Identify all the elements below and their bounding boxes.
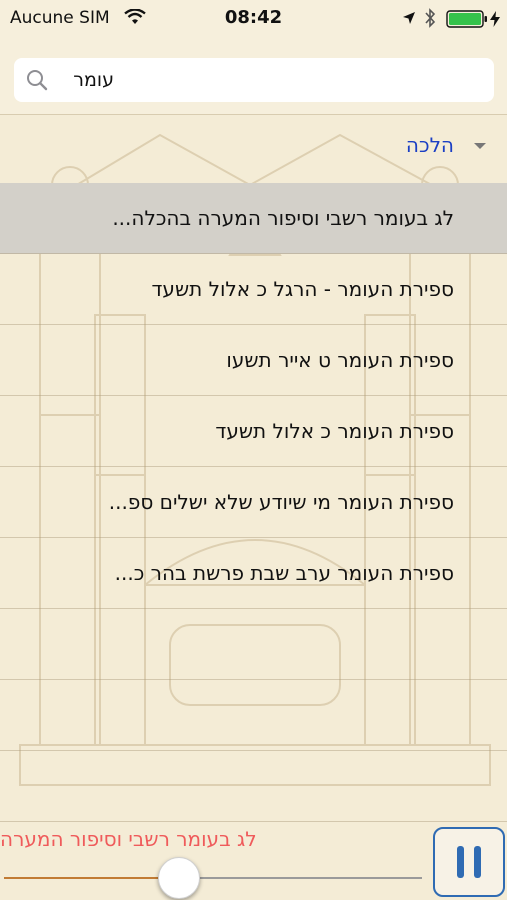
progress-thumb[interactable]: [158, 857, 200, 899]
bluetooth-icon: [425, 8, 436, 28]
list-item-title: ספירת העומר ערב שבת פרשת בהר כ...: [114, 561, 454, 585]
list-item-title: ספירת העומר כ אלול תשעד: [215, 419, 454, 443]
list-item-title: ספירת העומר - הרגל כ אלול תשעד: [151, 277, 455, 301]
list-item[interactable]: ספירת העומר מי שיודע שלא ישלים ספ...: [0, 467, 507, 538]
chevron-down-icon[interactable]: [472, 141, 488, 151]
list-item-title: ספירת העומר מי שיודע שלא ישלים ספ...: [108, 490, 454, 514]
list-item-title: לג בעומר רשבי וסיפור המערה בהכלה...: [112, 206, 454, 230]
list-item[interactable]: לג בעומר רשבי וסיפור המערה בהכלה...: [0, 183, 507, 254]
list-item[interactable]: ספירת העומר ערב שבת פרשת בהר כ...: [0, 538, 507, 609]
progress-played[interactable]: [4, 877, 180, 879]
location-arrow-icon: [403, 12, 415, 24]
search-input[interactable]: [60, 58, 114, 102]
list-item[interactable]: ספירת העומר - הרגל כ אלול תשעד: [0, 254, 507, 325]
search-icon: [27, 70, 48, 91]
status-bar: Aucune SIM 08:42: [0, 0, 507, 40]
battery-icon: [446, 10, 487, 28]
progress-remaining[interactable]: [180, 877, 422, 879]
pause-button[interactable]: [433, 827, 505, 897]
search-field[interactable]: [14, 58, 494, 102]
empty-row: [0, 609, 507, 680]
section-label[interactable]: הלכה: [200, 133, 454, 157]
now-playing-text: לג בעומר רשבי וסיפור המערה: [0, 827, 257, 851]
empty-row: [0, 680, 507, 751]
charging-icon: [490, 11, 500, 27]
now-playing-title: לג בעומר רשבי וסיפור המערה: [0, 827, 300, 851]
list-item-title: ספירת העומר ט אייר תשעו: [226, 348, 454, 372]
results-list: לג בעומר רשבי וסיפור המערה בהכלה... ספיר…: [0, 183, 507, 822]
list-item[interactable]: ספירת העומר כ אלול תשעד: [0, 396, 507, 467]
list-item[interactable]: ספירת העומר ט אייר תשעו: [0, 325, 507, 396]
empty-row: [0, 751, 507, 822]
pause-icon: [457, 846, 481, 878]
search-bar: [0, 40, 507, 115]
